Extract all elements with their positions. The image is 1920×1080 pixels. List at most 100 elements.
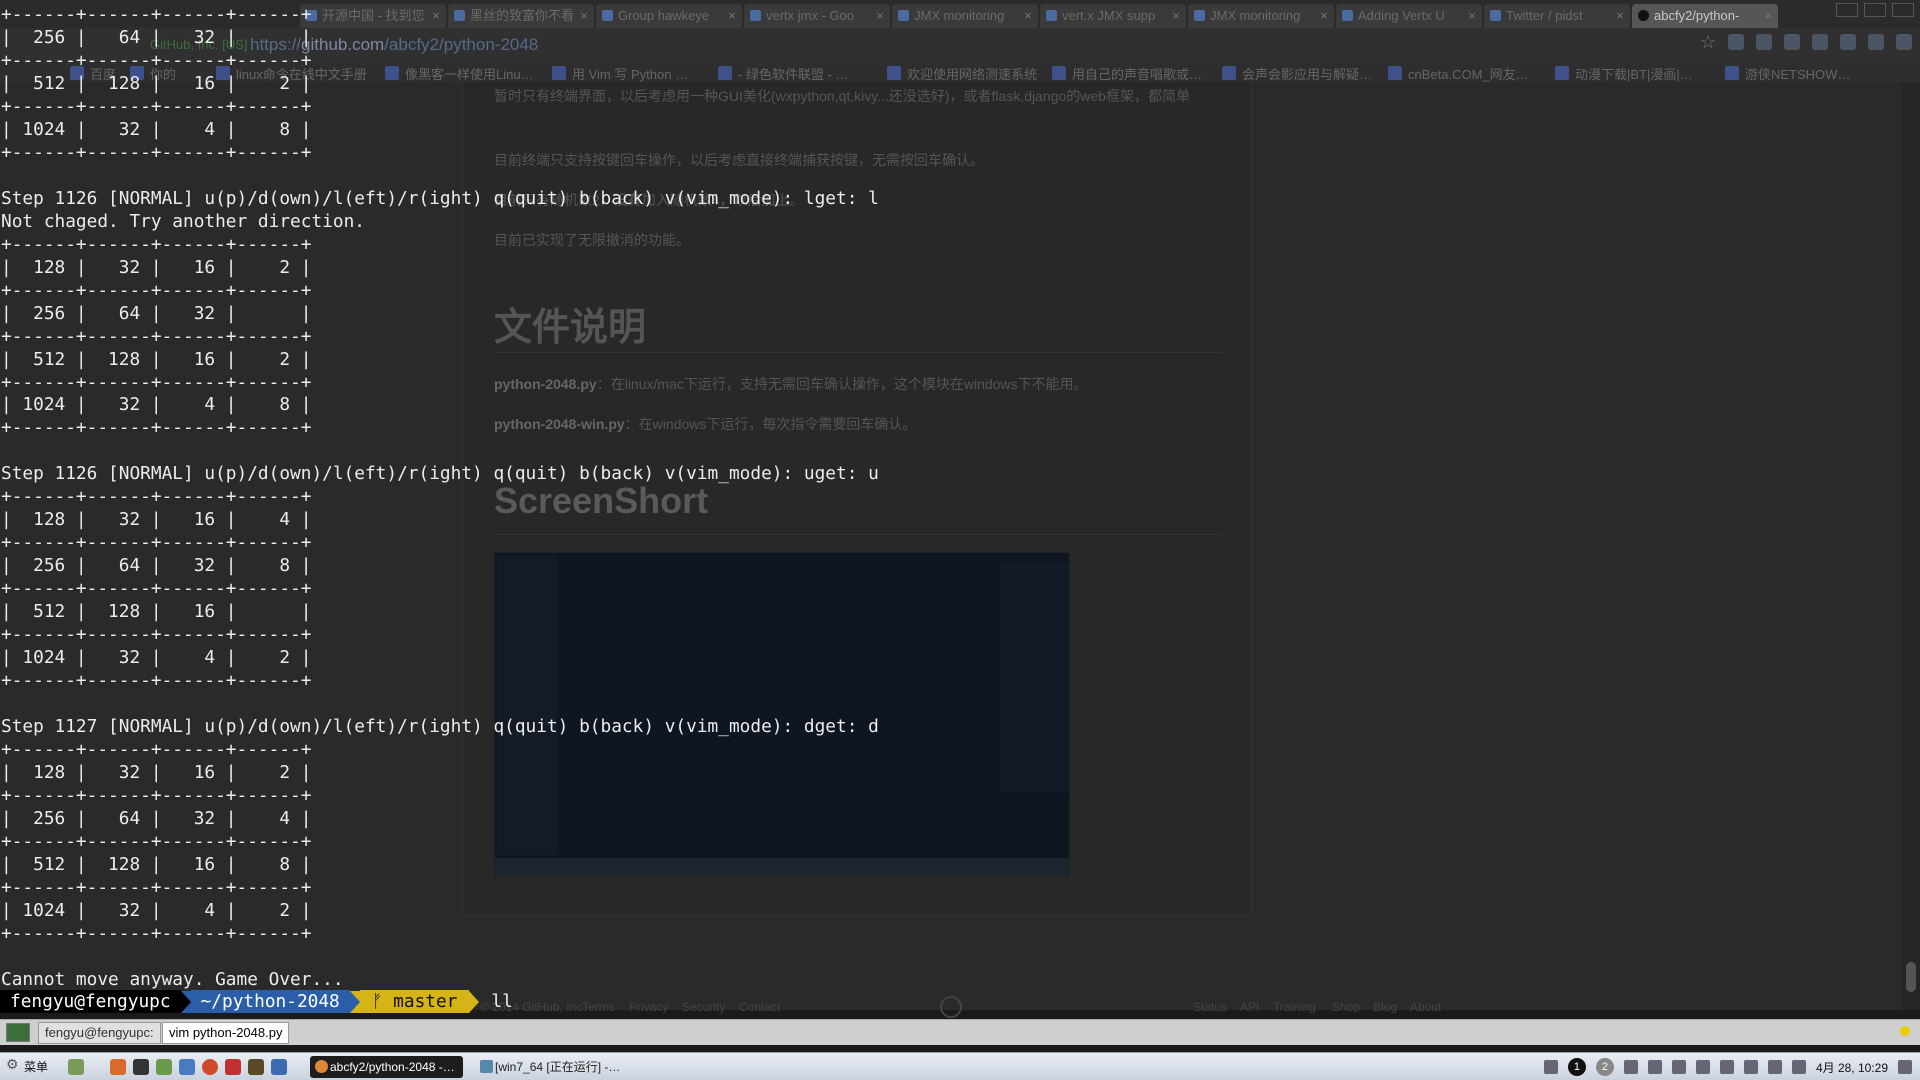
browser-tab[interactable]: Adding Vertx U × [1336,4,1482,28]
footer-link[interactable]: Status [1193,1000,1227,1014]
terminal-tab-active[interactable]: vim python-2048.py [162,1022,290,1044]
input-method-icon[interactable] [1671,1060,1686,1074]
terminal-tab[interactable]: fengyu@fengyupc: [38,1022,161,1044]
terminal-line: +------+------+------+------+ [1,578,312,600]
close-icon[interactable]: × [1764,4,1772,28]
app-icon[interactable] [179,1059,195,1075]
terminal-icon[interactable] [133,1059,149,1075]
close-icon[interactable]: × [1468,4,1476,28]
filezilla-icon[interactable] [225,1059,241,1075]
tab-label: JMX monitoring [914,8,1005,23]
extension-icon[interactable] [1756,34,1772,50]
prompt-path: ~/python-2048 [190,990,350,1013]
browser-tab-active[interactable]: abcfy2/python- × [1632,4,1778,28]
extension-icon[interactable] [1784,34,1800,50]
typed-command: ll [491,991,513,1012]
camera-icon[interactable] [1647,1060,1662,1074]
bookmark-item[interactable]: 会声会影应用与解疑… [1222,64,1372,83]
bookmark-star-icon[interactable]: ☆ [1700,33,1716,51]
bookmark-item[interactable]: 用自己的声音唱歌或… [1052,64,1202,83]
extension-icon[interactable] [1812,34,1828,50]
close-icon[interactable]: × [1320,4,1328,28]
file-manager-icon[interactable] [156,1059,172,1075]
git-branch-icon: ᚠ [371,991,383,1012]
footer-link[interactable]: Blog [1373,1000,1397,1014]
terminal-line: +------+------+------+------+ [1,784,312,806]
volume-icon[interactable] [1719,1060,1734,1074]
terminal-line: +------+------+------+------+ [1,739,312,761]
page-scrollbar[interactable] [1902,82,1920,1010]
workspace-2[interactable]: 2 [1595,1058,1614,1076]
keyboard-icon[interactable] [1743,1060,1758,1074]
terminal-line: | 256 | 64 | 32 | 4 | [1,807,312,829]
terminal-line: | 256 | 64 | 32 | | [1,302,312,324]
bookmark-item[interactable]: 欢迎使用网络测速系统 [887,64,1037,83]
close-window-icon[interactable] [1892,3,1914,17]
footer-link[interactable]: About [1410,1000,1441,1014]
terminal-line: Step 1127 [NORMAL] u(p)/d(own)/l(eft)/r(… [1,716,879,738]
screenshot-side-panel [999,563,1069,793]
taskbar-window-chrome[interactable]: abcfy2/python-2048 -… [310,1056,463,1078]
security-icon[interactable] [1767,1060,1782,1074]
terminal-output[interactable]: +------+------+------+------+ | 256 | 64 … [0,0,879,1016]
browser-tab[interactable]: Twitter / pidst × [1484,4,1630,28]
shell-prompt[interactable]: fengyu@fengyupc ~/python-2048 ᚠ master l… [0,990,513,1013]
terminal-line: | 128 | 32 | 16 | 4 | [1,509,312,531]
terminal-line: | 1024 | 32 | 4 | 2 | [1,899,312,921]
terminal-line: Step 1126 [NORMAL] u(p)/d(own)/l(eft)/r(… [1,187,879,209]
powerline-separator-icon [469,990,480,1013]
tray-icon[interactable] [1543,1060,1558,1074]
show-desktop-icon[interactable] [68,1059,84,1075]
scrollbar-thumb[interactable] [1906,962,1916,992]
terminal-line: | 1024 | 32 | 4 | 2 | [1,647,312,669]
app-icon[interactable] [248,1059,264,1075]
terminal-line: | 1024 | 32 | 4 | 8 | [1,394,312,416]
browser-tab[interactable]: vert.x JMX supp × [1040,4,1186,28]
menu-icon[interactable] [1896,34,1912,50]
desktop-taskbar: 菜单 abcfy2/python-2048 -… [win7_64 [正在运行]… [0,1052,1920,1080]
terminal-line: | 128 | 32 | 16 | 2 | [1,256,312,278]
browser-tab[interactable]: JMX monitoring × [1188,4,1334,28]
footer-link[interactable]: Shop [1332,1000,1360,1014]
bookmark-item[interactable]: 游侠NETSHOW… [1725,64,1850,83]
adblock-icon[interactable] [1840,34,1856,50]
powerline-separator-icon [349,990,360,1013]
firefox-icon[interactable] [110,1059,126,1075]
footer-link[interactable]: API [1240,1000,1259,1014]
show-desktop-icon[interactable] [1898,1060,1912,1074]
virtualbox-icon[interactable] [271,1059,287,1075]
close-icon[interactable]: × [1172,4,1180,28]
extension-icon[interactable] [1728,34,1744,50]
tray-expand-icon[interactable] [1623,1060,1638,1074]
taskbar-window-vm[interactable]: [win7_64 [正在运行] -… [475,1056,628,1078]
terminal-line: +------+------+------+------+ [1,325,312,347]
window-controls [1836,3,1914,17]
terminal-line: +------+------+------+------+ [1,233,312,255]
start-menu-button[interactable]: 菜单 [4,1056,48,1075]
close-icon[interactable]: × [1616,4,1624,28]
browser-tab[interactable]: JMX monitoring × [892,4,1038,28]
prompt-user-host: fengyu@fengyupc [0,990,181,1013]
tab-label: abcfy2/python- [1654,8,1740,23]
terminal-line: +------+------+------+------+ [1,532,312,554]
workspace-1[interactable]: 1 [1567,1058,1586,1076]
terminal-tab-strip: fengyu@fengyupc: vim python-2048.py [0,1019,1920,1045]
terminal-line: Not chaged. Try another direction. [1,210,365,232]
bookmark-item[interactable]: 动漫下载|BT|漫画|… [1555,64,1693,83]
notification-icon[interactable] [1900,1026,1910,1036]
minimize-icon[interactable] [1836,3,1858,17]
python-icon[interactable] [1791,1060,1806,1074]
apps-icon[interactable] [1868,34,1884,50]
terminal-line: | 512 | 128 | 16 | 2 | [1,72,312,94]
tab-label: Adding Vertx U [1358,8,1445,23]
clock[interactable]: 4月 28, 10:29 [1816,1059,1888,1076]
terminal-app-icon[interactable] [6,1023,30,1042]
github-logo-icon[interactable] [940,996,962,1018]
bookmark-item[interactable]: cnBeta.COM_网友… [1388,64,1529,83]
close-icon[interactable]: × [1024,4,1032,28]
maximize-icon[interactable] [1864,3,1886,17]
close-icon[interactable]: × [876,4,884,28]
network-icon[interactable] [1695,1060,1710,1074]
chrome-icon[interactable] [202,1059,218,1075]
footer-link[interactable]: Training [1273,1000,1316,1014]
